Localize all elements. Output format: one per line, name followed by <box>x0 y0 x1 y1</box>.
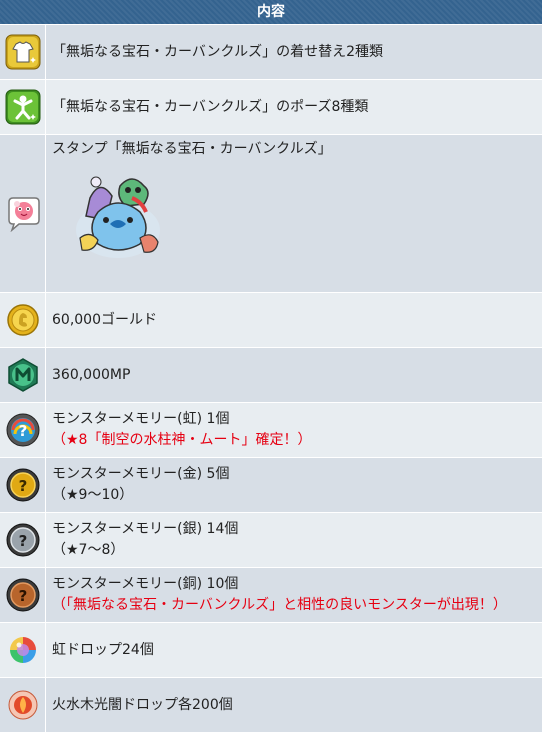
row-text: スタンプ「無垢なる宝石・カーバンクルズ」 <box>52 141 332 157</box>
table-row: ? モンスターメモリー(銀) 14個 （★7～8） <box>0 512 542 567</box>
row-text: 60,000ゴールド <box>52 311 157 328</box>
svg-text:?: ? <box>18 422 27 440</box>
stamp-bubble-icon <box>7 196 40 232</box>
pose-figure-icon <box>5 89 40 125</box>
mp-orb-icon <box>7 358 38 392</box>
table-row: 360,000MP <box>0 347 542 402</box>
row-text: 「無垢なる宝石・カーバンクルズ」のポーズ8種類 <box>52 98 369 115</box>
element-drop-icon <box>8 690 37 720</box>
gold-coin-icon <box>6 304 39 336</box>
rewards-table: 内容 「無垢なる宝石・カーバンクルズ」の着せ替え2種類 「無垢なる宝石・カーバン… <box>0 0 542 732</box>
row-note: （「無垢なる宝石・カーバンクルズ」と相性の良いモンスターが出現！） <box>52 597 507 613</box>
row-text: モンスターメモリー(虹) 1個 <box>52 411 230 427</box>
shirt-sparkle-icon <box>5 34 40 70</box>
row-text: モンスターメモリー(銀) 14個 <box>52 521 239 537</box>
table-row: ? モンスターメモリー(金) 5個 （★9～10） <box>0 457 542 512</box>
table-header: 内容 <box>0 0 542 24</box>
table-row: 虹ドロップ24個 <box>0 622 542 677</box>
rainbow-drop-icon <box>9 637 36 663</box>
header-title: 内容 <box>257 4 285 20</box>
svg-text:?: ? <box>18 587 27 605</box>
table-row: スタンプ「無垢なる宝石・カーバンクルズ」 <box>0 134 542 292</box>
table-row: 60,000ゴールド <box>0 292 542 347</box>
row-text: モンスターメモリー(金) 5個 <box>52 466 230 482</box>
row-note: （★7～8） <box>52 542 125 558</box>
table-row: ? モンスターメモリー(銅) 10個 （「無垢なる宝石・カーバンクルズ」と相性の… <box>0 567 542 622</box>
gold-memory-icon: ? <box>6 468 39 502</box>
row-note: （★9～10） <box>52 487 134 503</box>
row-text: モンスターメモリー(銅) 10個 <box>52 576 239 592</box>
bronze-memory-icon: ? <box>6 578 39 612</box>
svg-text:?: ? <box>18 532 27 550</box>
row-text: 火水木光闇ドロップ各200個 <box>52 696 233 713</box>
svg-text:?: ? <box>18 477 27 495</box>
row-text: 「無垢なる宝石・カーバンクルズ」の着せ替え2種類 <box>52 43 384 60</box>
row-text: 虹ドロップ24個 <box>52 641 154 658</box>
table-row: 火水木光闇ドロップ各200個 <box>0 677 542 732</box>
row-text: 360,000MP <box>52 366 131 383</box>
table-row: ? モンスターメモリー(虹) 1個 （★8「制空の水柱神・ムート」確定！） <box>0 402 542 457</box>
rainbow-memory-icon: ? <box>6 413 39 447</box>
row-note: （★8「制空の水柱神・ムート」確定！） <box>52 432 312 448</box>
table-row: 「無垢なる宝石・カーバンクルズ」の着せ替え2種類 <box>0 24 542 79</box>
table-row: 「無垢なる宝石・カーバンクルズ」のポーズ8種類 <box>0 79 542 134</box>
silver-memory-icon: ? <box>6 523 39 557</box>
carbuncles-stamp-image <box>76 176 160 258</box>
